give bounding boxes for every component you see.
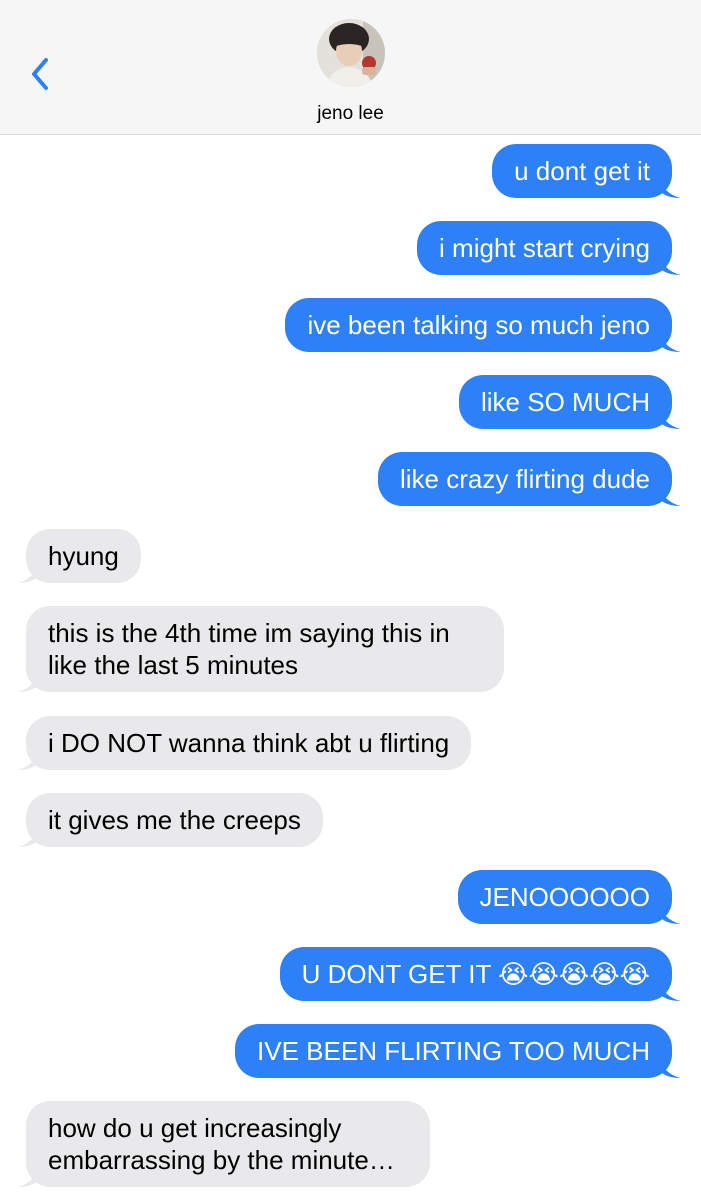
conversation-header: jeno lee [0,0,701,135]
message-bubble-sent[interactable]: like crazy flirting dude [378,452,681,506]
bubble-tail [659,484,681,506]
message-thread[interactable]: u dont get it i might start crying ive b… [0,135,701,1200]
message-bubble-sent[interactable]: IVE BEEN FLIRTING TOO MUCH [235,1024,681,1078]
back-button[interactable] [22,54,62,94]
bubble-tail [659,979,681,1001]
message-text: U DONT GET IT 😭😭😭😭😭 [301,959,650,989]
message-text: hyung [48,541,119,571]
message-text: how do u get increasingly embarrassing b… [48,1113,395,1175]
message-bubble-sent[interactable]: U DONT GET IT 😭😭😭😭😭 [279,947,681,1001]
message-text: u dont get it [514,156,650,186]
message-text: like crazy flirting dude [400,464,650,494]
bubble-tail [659,407,681,429]
message-text: this is the 4th time im saying this in l… [48,618,450,680]
message-bubble-received[interactable]: how do u get increasingly embarrassing b… [17,1101,430,1187]
message-bubble-received[interactable]: this is the 4th time im saying this in l… [17,606,504,692]
messages-screen: jeno lee u dont get it i might start cry… [0,0,701,1200]
bubble-tail [17,1165,39,1187]
message-bubble-received[interactable]: i DO NOT wanna think abt u flirting [17,716,472,770]
message-bubble-sent[interactable]: i might start crying [417,221,681,275]
message-bubble-sent[interactable]: like SO MUCH [458,375,681,429]
message-text: like SO MUCH [480,387,650,417]
message-bubble-sent[interactable]: JENOOOOOO [457,870,681,924]
message-bubble-sent[interactable]: u dont get it [492,144,681,198]
message-text: i DO NOT wanna think abt u flirting [48,728,450,758]
bubble-tail [659,1056,681,1078]
message-text: it gives me the creeps [48,805,301,835]
message-text: JENOOOOOO [479,882,650,912]
bubble-tail [659,330,681,352]
bubble-tail [17,825,39,847]
bubble-tail [17,670,39,692]
message-bubble-sent[interactable]: ive been talking so much jeno [285,298,681,352]
avatar-photo [317,19,385,87]
bubble-tail [659,902,681,924]
message-text: IVE BEEN FLIRTING TOO MUCH [257,1036,650,1066]
message-bubble-received[interactable]: hyung [17,529,141,583]
message-bubble-received[interactable]: it gives me the creeps [17,793,323,847]
bubble-tail [659,176,681,198]
message-text: i might start crying [439,233,650,263]
contact-name[interactable]: jeno lee [0,103,701,125]
bubble-tail [17,561,39,583]
contact-avatar[interactable] [317,19,385,87]
bubble-tail [17,748,39,770]
chevron-left-icon [32,58,48,90]
message-text: ive been talking so much jeno [307,310,650,340]
bubble-tail [659,253,681,275]
